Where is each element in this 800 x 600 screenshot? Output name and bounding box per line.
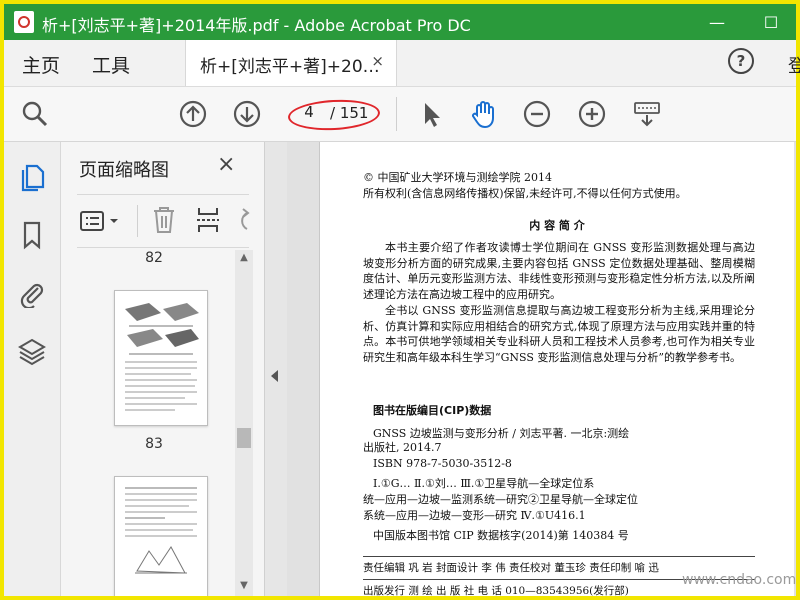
thumbnail-label: 83 <box>145 436 163 452</box>
thumbnail-page[interactable] <box>114 290 208 426</box>
cip-line: Ⅰ.①G… Ⅱ.①刘… Ⅲ.①卫星导航—全球定位系 <box>373 477 595 490</box>
document-view[interactable]: © 中国矿业大学环境与测绘学院 2014 所有权利(含信息网络传播权)保留,未经… <box>287 142 796 596</box>
tab-tools[interactable]: 工具 <box>92 51 130 78</box>
watermark: www.cndao.com <box>682 572 797 588</box>
maximize-button[interactable]: ☐ <box>756 8 786 36</box>
collapse-arrow-icon <box>271 370 278 382</box>
document-tab[interactable]: 析+[刘志平+著]+20… × <box>185 40 397 86</box>
left-rail <box>4 142 61 596</box>
thumbnail-page-preview <box>125 303 199 411</box>
cip-heading: 图书在版编目(CIP)数据 <box>373 404 492 417</box>
toolbar: 4 / 151 <box>4 87 796 142</box>
menu-bar: 主页 工具 析+[刘志平+著]+20… × ? 登 <box>4 40 800 87</box>
pdf-page: © 中国矿业大学环境与测绘学院 2014 所有权利(含信息网络传播权)保留,未经… <box>319 142 794 596</box>
page-up-icon[interactable] <box>178 99 208 129</box>
scroll-thumb[interactable] <box>237 428 251 448</box>
layers-icon[interactable] <box>18 336 46 366</box>
hand-icon[interactable] <box>469 99 499 129</box>
panel-toolbar <box>77 194 251 248</box>
select-cursor-icon[interactable] <box>416 99 446 129</box>
minimize-button[interactable]: — <box>702 8 732 36</box>
cip-line: 系统—应用—边坡—变形—研究 Ⅳ.①U416.1 <box>363 509 586 522</box>
thumbnail-options-icon[interactable] <box>79 209 125 233</box>
thumbnail-page-preview <box>125 487 197 574</box>
zoom-in-icon[interactable] <box>577 99 607 129</box>
thumbnail-list[interactable]: 82 83 <box>61 250 247 596</box>
credits-line: 出版发行 测 绘 出 版 社 电 话 010—83543956(发行部) <box>363 585 629 596</box>
window-title: 析+[刘志平+著]+2014年版.pdf - Adobe Acrobat Pro… <box>42 16 471 35</box>
summary-paragraph-2: 全书以 GNSS 变形监测信息提取与高边坡工程变形分析为主线,采用理论分析、仿真… <box>363 304 755 364</box>
bookmark-icon[interactable] <box>18 220 46 250</box>
acrobat-pdf-icon <box>14 11 34 33</box>
panel-collapse-handle[interactable] <box>265 142 287 596</box>
search-zoom-icon[interactable] <box>20 99 50 129</box>
page-down-icon[interactable] <box>232 99 262 129</box>
toolbar-divider <box>396 97 397 131</box>
cip-line: ISBN 978-7-5030-3512-8 <box>373 457 512 470</box>
thumbnail-scrollbar[interactable]: ▲ ▼ <box>235 250 253 596</box>
thumbnail-panel: 页面缩略图 × 82 83 ▲ ▼ <box>61 142 265 596</box>
close-panel-icon[interactable]: × <box>217 152 235 177</box>
rule-line <box>363 556 755 557</box>
panel-toolbar-divider <box>137 205 138 237</box>
help-icon[interactable]: ? <box>728 48 754 74</box>
credits-line: 责任编辑 巩 岩 封面设计 李 伟 责任校对 董玉珍 责任印制 喻 迅 <box>363 562 659 574</box>
tab-home[interactable]: 主页 <box>22 51 60 78</box>
title-bar: 析+[刘志平+著]+2014年版.pdf - Adobe Acrobat Pro… <box>4 4 796 40</box>
page-thumbnails-icon[interactable] <box>18 162 46 192</box>
sign-in-link[interactable]: 登 <box>788 52 800 78</box>
thumbnail-page[interactable] <box>114 476 208 596</box>
thumbnail-label: 82 <box>145 250 163 266</box>
delete-page-icon[interactable] <box>151 205 177 235</box>
cip-line: 出版社, 2014.7 <box>363 441 442 454</box>
rights-line: 所有权利(含信息网络传播权)保留,未经许可,不得以任何方式使用。 <box>363 187 687 200</box>
document-tab-label: 析+[刘志平+著]+20… <box>200 57 380 77</box>
panel-title: 页面缩略图 <box>79 160 169 181</box>
scroll-up-arrow[interactable]: ▲ <box>237 252 251 266</box>
copyright-line: © 中国矿业大学环境与测绘学院 2014 <box>363 171 552 184</box>
cip-number: 中国版本图书馆 CIP 数据核字(2014)第 140384 号 <box>373 529 629 542</box>
zoom-out-icon[interactable] <box>522 99 552 129</box>
cip-line: 统—应用—边坡—监测系统—研究②卫星导航—全球定位 <box>363 493 638 506</box>
close-tab-icon[interactable]: × <box>371 52 384 70</box>
summary-paragraph-1: 本书主要介绍了作者攻读博士学位期间在 GNSS 变形监测数据处理与高边坡变形分析… <box>363 241 755 301</box>
insert-page-icon[interactable] <box>195 205 221 235</box>
rotate-page-icon[interactable] <box>233 207 251 235</box>
scroll-down-arrow[interactable]: ▼ <box>237 580 251 594</box>
summary-heading: 内 容 简 介 <box>529 219 585 232</box>
keyboard-scroll-icon[interactable] <box>632 99 662 129</box>
attachment-icon[interactable] <box>18 278 46 308</box>
